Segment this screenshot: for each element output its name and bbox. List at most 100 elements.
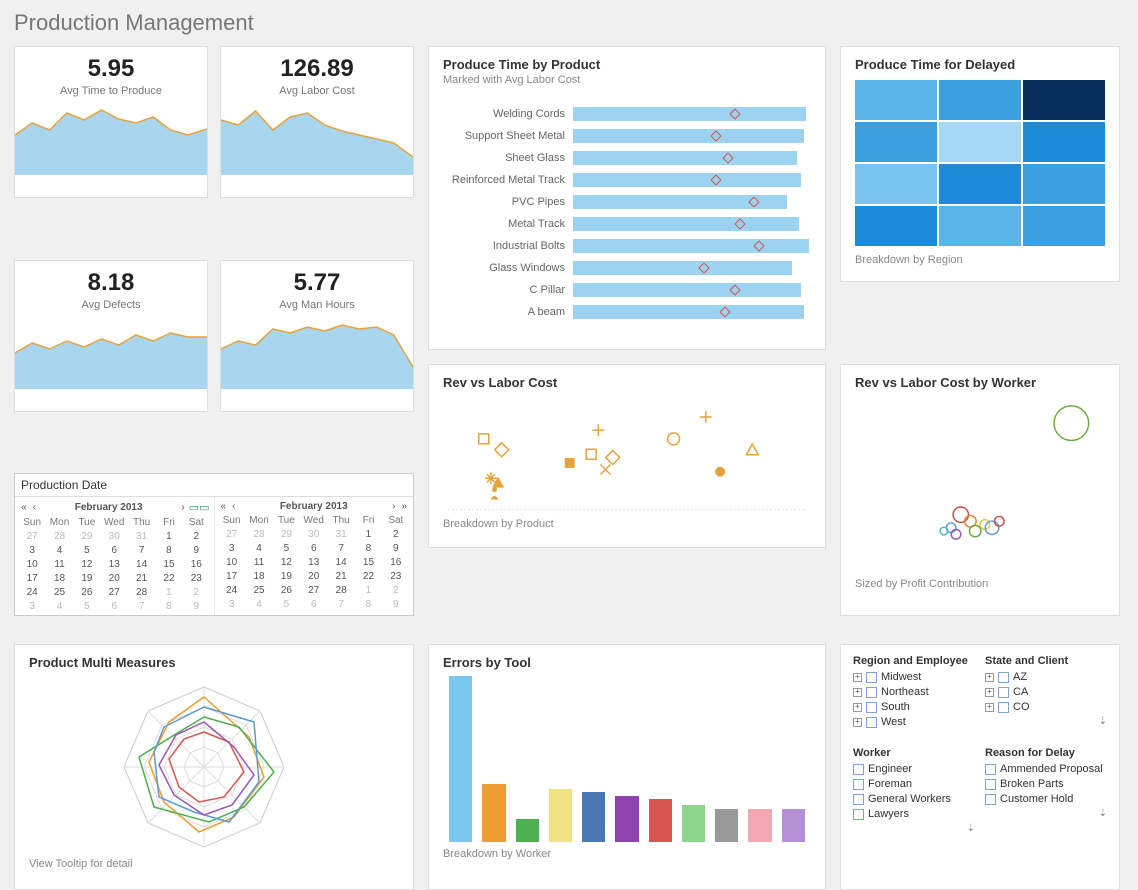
calendar-day[interactable]: 18 [246,570,272,583]
bar-row[interactable]: C Pillar [443,280,811,300]
calendar-day[interactable]: 6 [301,598,327,611]
calendar[interactable]: Production Date « ‹ February 2013 › ▭▭ S… [14,473,414,616]
filter-item[interactable]: +Midwest [853,671,975,683]
kpi-avg-man-hours[interactable]: 5.77 Avg Man Hours [220,260,414,412]
heatmap-cell[interactable] [1023,206,1105,246]
calendar-day[interactable]: 27 [101,586,127,599]
calendar-day[interactable]: 3 [19,544,45,557]
bar-row[interactable]: Glass Windows [443,258,811,278]
scatter-point[interactable] [715,467,725,477]
heatmap-cell[interactable] [939,206,1021,246]
calendar-day[interactable]: 26 [273,584,299,597]
calendar-day[interactable]: 14 [328,556,354,569]
expand-icon[interactable]: + [853,718,862,727]
calendar-day[interactable]: 25 [246,584,272,597]
expand-icon[interactable]: + [853,688,862,697]
calendar-day[interactable]: 27 [219,528,245,541]
expand-icon[interactable]: + [853,673,862,682]
filter-item[interactable]: General Workers [853,793,975,805]
calendar-next-month-icon[interactable]: › [179,502,186,513]
calendar-day[interactable]: 11 [46,558,72,571]
bar-row[interactable]: Metal Track [443,214,811,234]
checkbox[interactable] [866,687,877,698]
scatter-point[interactable] [606,450,620,464]
calendar-prev-month-icon[interactable]: ‹ [31,502,38,513]
checkbox[interactable] [985,764,996,775]
checkbox[interactable] [998,687,1009,698]
bar[interactable] [482,784,505,842]
calendar-day[interactable]: 9 [383,598,409,611]
heatmap-cell[interactable] [1023,164,1105,204]
bubble-point[interactable] [994,516,1004,526]
calendar-day[interactable]: 13 [301,556,327,569]
calendar-day[interactable]: 22 [156,572,182,585]
calendar-day[interactable]: 22 [355,570,381,583]
calendar-day[interactable]: 25 [46,586,72,599]
calendar-day[interactable]: 5 [74,600,100,613]
checkbox[interactable] [866,672,877,683]
calendar-day[interactable]: 12 [74,558,100,571]
heatmap-cell[interactable] [855,80,937,120]
checkbox[interactable] [998,702,1009,713]
checkbox[interactable] [985,794,996,805]
calendar-day[interactable]: 24 [219,584,245,597]
calendar-day[interactable]: 7 [328,542,354,555]
scatter-point[interactable] [668,433,680,445]
calendar-day[interactable]: 3 [219,542,245,555]
bubble-point[interactable] [951,530,961,540]
calendar-day[interactable]: 1 [156,530,182,543]
calendar-day[interactable]: 6 [101,544,127,557]
scatter-point[interactable] [495,443,509,457]
scatter-point[interactable] [565,458,575,468]
calendar-day[interactable]: 1 [355,528,381,541]
heatmap-cell[interactable] [855,122,937,162]
calendar-day[interactable]: 20 [301,570,327,583]
calendar-day[interactable]: 8 [355,598,381,611]
calendar-range-icon[interactable]: ▭▭ [189,501,210,514]
calendar-next-month-icon[interactable]: › [390,501,397,512]
calendar-day[interactable]: 19 [273,570,299,583]
calendar-day[interactable]: 16 [383,556,409,569]
produce-delayed-card[interactable]: Produce Time for Delayed Breakdown by Re… [840,46,1120,282]
bar-row[interactable]: Support Sheet Metal [443,126,811,146]
bar-row[interactable]: PVC Pipes [443,192,811,212]
expand-icon[interactable]: + [985,673,994,682]
calendar-day[interactable]: 31 [128,530,154,543]
scatter-point[interactable] [746,444,758,455]
calendar-next-year-icon[interactable]: » [399,501,409,512]
heatmap-cell[interactable] [1023,122,1105,162]
bar[interactable] [682,805,705,842]
bar[interactable] [649,799,672,842]
calendar-day[interactable]: 28 [328,584,354,597]
calendar-day[interactable]: 17 [19,572,45,585]
calendar-day[interactable]: 4 [246,542,272,555]
calendar-day[interactable]: 4 [46,544,72,557]
checkbox[interactable] [866,702,877,713]
calendar-day[interactable]: 27 [19,530,45,543]
calendar-day[interactable]: 12 [273,556,299,569]
scatter-point[interactable] [491,487,499,499]
calendar-day[interactable]: 7 [328,598,354,611]
calendar-day[interactable]: 19 [74,572,100,585]
heatmap-cell[interactable] [939,122,1021,162]
calendar-day[interactable]: 6 [101,600,127,613]
calendar-day[interactable]: 26 [74,586,100,599]
heatmap-cell[interactable] [855,164,937,204]
bar[interactable] [582,792,605,842]
multi-measures-card[interactable]: Product Multi Measures View Tooltip for … [14,644,414,890]
scatter-point[interactable] [592,424,604,436]
filter-item[interactable]: Foreman [853,778,975,790]
calendar-day[interactable]: 21 [128,572,154,585]
bar[interactable] [782,809,805,842]
filter-item[interactable]: Lawyers [853,808,975,820]
heatmap-cell[interactable] [855,206,937,246]
calendar-day[interactable]: 8 [156,600,182,613]
filter-item[interactable]: Broken Parts [985,778,1107,790]
calendar-day[interactable]: 5 [273,542,299,555]
calendar-day[interactable]: 5 [273,598,299,611]
bubble-point[interactable] [940,527,948,535]
kpi-avg-defects[interactable]: 8.18 Avg Defects [14,260,208,412]
calendar-day[interactable]: 23 [383,570,409,583]
calendar-day[interactable]: 29 [74,530,100,543]
bar[interactable] [549,789,572,842]
